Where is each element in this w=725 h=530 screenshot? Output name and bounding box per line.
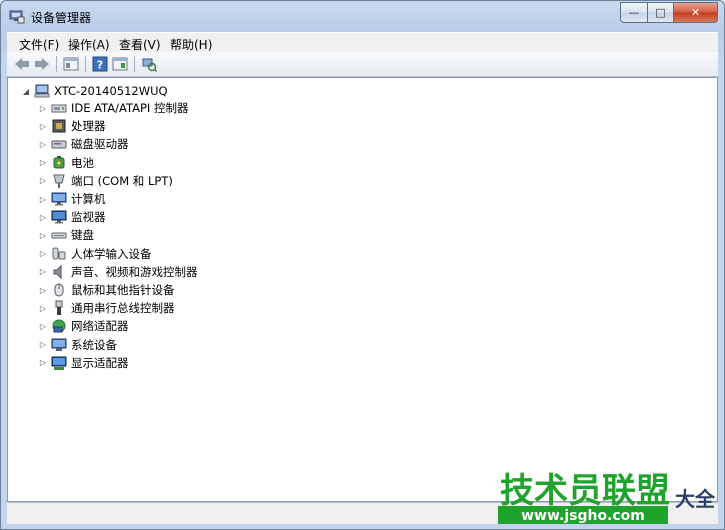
battery-icon bbox=[51, 155, 67, 171]
menu-view[interactable]: 查看(V) bbox=[119, 36, 161, 53]
tree-node[interactable]: ▷ 网络适配器 bbox=[37, 317, 129, 335]
tree-node-label: 鼠标和其他指针设备 bbox=[71, 283, 175, 297]
processor-icon bbox=[51, 118, 67, 134]
tree-node[interactable]: ▷ 声音、视频和游戏控制器 bbox=[37, 263, 198, 281]
minimize-button[interactable]: — bbox=[620, 2, 647, 23]
tree-node[interactable]: ▷ 电池 bbox=[37, 154, 94, 172]
expand-icon[interactable]: ▷ bbox=[37, 213, 49, 222]
expand-icon[interactable]: ▷ bbox=[37, 104, 49, 113]
window-title: 设备管理器 bbox=[31, 11, 92, 25]
expand-icon[interactable]: ▷ bbox=[37, 249, 49, 258]
menu-action[interactable]: 操作(A) bbox=[68, 36, 110, 53]
maximize-button[interactable]: □ bbox=[647, 2, 673, 23]
expand-icon[interactable]: ▷ bbox=[37, 358, 49, 367]
expand-icon[interactable]: ▷ bbox=[37, 176, 49, 185]
collapse-icon[interactable]: ◢ bbox=[20, 87, 32, 96]
tree-node-label: 计算机 bbox=[71, 192, 106, 206]
tree-node[interactable]: ▷ 监视器 bbox=[37, 208, 106, 226]
toolbar-separator bbox=[85, 56, 86, 72]
tree-node-label: IDE ATA/ATAPI 控制器 bbox=[71, 101, 189, 115]
toolbar: ? bbox=[7, 52, 718, 77]
tree-node-label: 监视器 bbox=[71, 210, 106, 225]
menu-bar: 文件(F) 操作(A) 查看(V) 帮助(H) bbox=[7, 32, 718, 53]
tree-node[interactable]: ▷ 显示适配器 bbox=[37, 354, 129, 372]
mouse-icon bbox=[51, 282, 67, 298]
expand-icon[interactable]: ▷ bbox=[37, 304, 49, 313]
tree-root-node[interactable]: ◢ XTC-20140512WUQ bbox=[20, 83, 168, 99]
toolbar-separator bbox=[56, 56, 57, 72]
tree-node[interactable]: ▷ 通用串行总线控制器 bbox=[37, 299, 175, 317]
display-adapter-icon bbox=[51, 355, 67, 371]
expand-icon[interactable]: ▷ bbox=[37, 267, 49, 276]
close-button[interactable]: ✕ bbox=[673, 2, 718, 23]
tree-node-label: 显示适配器 bbox=[71, 355, 129, 370]
expand-icon[interactable]: ▷ bbox=[37, 195, 49, 204]
sound-icon bbox=[51, 264, 67, 280]
tree-node[interactable]: ▷ 人体学输入设备 bbox=[37, 245, 152, 263]
device-tree-pane[interactable]: ◢ XTC-20140512WUQ ▷ IDE ATA/ATAPI 控制器 ▷ 处理器… bbox=[7, 77, 718, 502]
svg-text:?: ? bbox=[97, 59, 103, 72]
tree-node[interactable]: ▷ 计算机 bbox=[37, 190, 106, 208]
tree-node-label: 键盘 bbox=[71, 228, 94, 243]
tree-node-label: 端口 (COM 和 LPT) bbox=[71, 173, 173, 188]
tree-node-label: 通用串行总线控制器 bbox=[71, 301, 175, 316]
device-manager-window: 设备管理器 — □ ✕ 文件(F) 操作(A) 查看(V) 帮助(H) ? ◢ … bbox=[0, 0, 725, 530]
monitor-icon bbox=[51, 209, 67, 225]
title-bar[interactable]: 设备管理器 — □ ✕ bbox=[1, 1, 724, 31]
details-icon[interactable] bbox=[111, 55, 129, 73]
tree-node-label: 网络适配器 bbox=[71, 319, 129, 334]
ide-controller-icon bbox=[51, 100, 67, 116]
computer-icon bbox=[51, 191, 67, 207]
back-icon[interactable] bbox=[13, 55, 31, 73]
expand-icon[interactable]: ▷ bbox=[37, 340, 49, 349]
watermark-suffix: 大全 bbox=[675, 487, 716, 511]
tree-node[interactable]: ▷ 键盘 bbox=[37, 226, 94, 244]
tree-node[interactable]: ▷ 系统设备 bbox=[37, 336, 117, 354]
disk-drive-icon bbox=[51, 136, 67, 152]
properties-view-icon[interactable] bbox=[62, 55, 80, 73]
tree-node-label: 声音、视频和游戏控制器 bbox=[71, 264, 198, 279]
tree-node[interactable]: ▷ 鼠标和其他指针设备 bbox=[37, 281, 175, 299]
watermark-text: 技术员联盟 bbox=[500, 471, 670, 511]
tree-node-label: 系统设备 bbox=[71, 337, 117, 352]
expand-icon[interactable]: ▷ bbox=[37, 322, 49, 331]
scan-hardware-icon[interactable] bbox=[140, 55, 158, 73]
device-manager-icon bbox=[9, 8, 25, 24]
expand-icon[interactable]: ▷ bbox=[37, 158, 49, 167]
expand-icon[interactable]: ▷ bbox=[37, 140, 49, 149]
forward-icon[interactable] bbox=[33, 55, 51, 73]
maximize-icon: □ bbox=[655, 6, 666, 19]
watermark: 技术员联盟 www.jsgho.com 大全 bbox=[490, 464, 720, 528]
network-adapter-icon bbox=[51, 318, 67, 334]
usb-icon bbox=[51, 300, 67, 316]
computer-root-icon bbox=[34, 83, 50, 99]
tree-node-label: 磁盘驱动器 bbox=[71, 137, 129, 152]
minimize-icon: — bbox=[628, 6, 640, 19]
expand-icon[interactable]: ▷ bbox=[37, 122, 49, 131]
watermark-url: www.jsgho.com bbox=[521, 508, 645, 524]
menu-help[interactable]: 帮助(H) bbox=[170, 36, 212, 53]
tree-node[interactable]: ▷ IDE ATA/ATAPI 控制器 bbox=[37, 99, 189, 117]
tree-node[interactable]: ▷ 端口 (COM 和 LPT) bbox=[37, 172, 173, 190]
help-icon[interactable]: ? bbox=[91, 55, 109, 73]
port-icon bbox=[51, 173, 67, 189]
tree-node[interactable]: ▷ 处理器 bbox=[37, 117, 106, 135]
tree-node-label: 处理器 bbox=[71, 119, 106, 134]
tree-node-label: 人体学输入设备 bbox=[71, 246, 152, 261]
menu-file[interactable]: 文件(F) bbox=[19, 36, 59, 53]
expand-icon[interactable]: ▷ bbox=[37, 231, 49, 240]
close-icon: ✕ bbox=[690, 6, 701, 19]
expand-icon[interactable]: ▷ bbox=[37, 286, 49, 295]
system-device-icon bbox=[51, 337, 67, 353]
tree-node-label: 电池 bbox=[71, 155, 94, 170]
keyboard-icon bbox=[51, 227, 67, 243]
hid-icon bbox=[51, 246, 67, 262]
tree-node[interactable]: ▷ 磁盘驱动器 bbox=[37, 135, 129, 153]
toolbar-separator bbox=[134, 56, 135, 72]
tree-root-label: XTC-20140512WUQ bbox=[54, 84, 168, 98]
